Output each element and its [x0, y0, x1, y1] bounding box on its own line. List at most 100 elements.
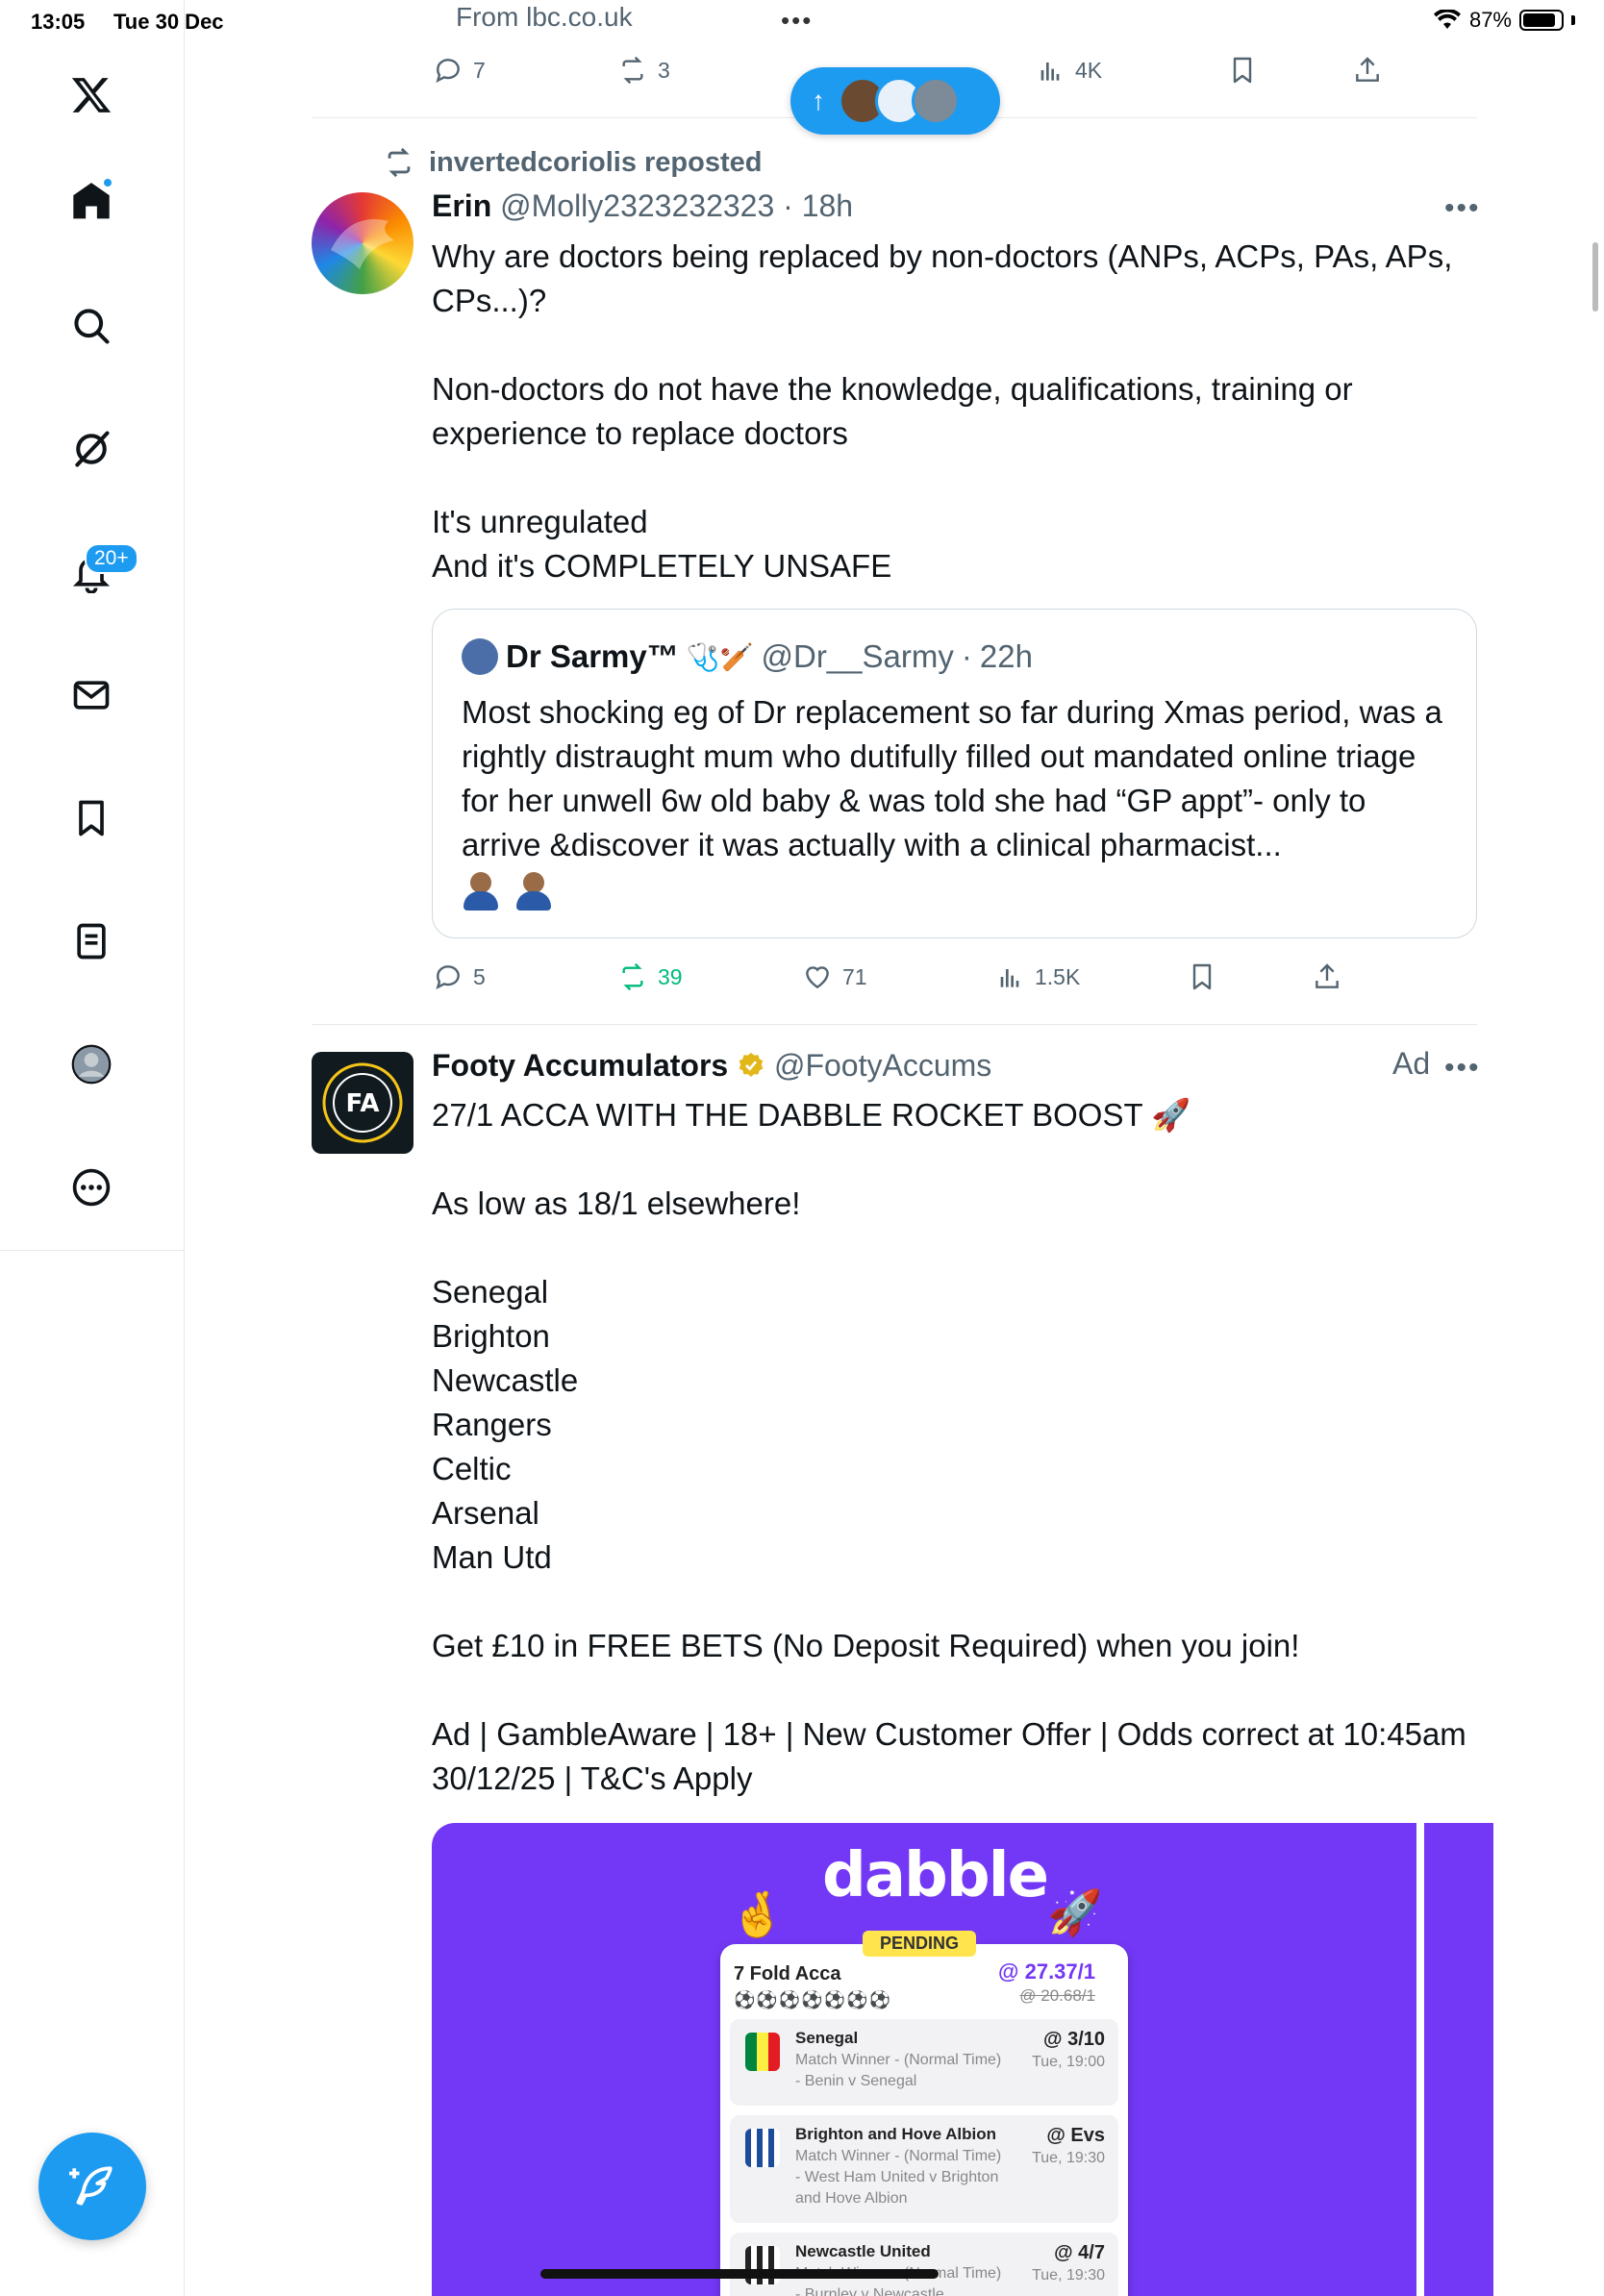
acca-old-odds: @ 20.68/1 [1019, 1986, 1095, 2005]
status-bar: 13:05 Tue 30 Dec ••• 87% [0, 0, 1604, 44]
eagle-icon [331, 219, 394, 269]
ad-image-next[interactable] [1424, 1823, 1493, 2296]
repost-count: 39 [658, 963, 683, 989]
multitasking-dots-icon[interactable]: ••• [781, 6, 813, 36]
heart-icon [806, 966, 829, 989]
quote-text: Most shocking eg of Dr replacement so fa… [462, 694, 1442, 862]
views-count: 1.5K [1035, 963, 1081, 989]
ad-author-handle[interactable]: @FootyAccums [774, 1048, 991, 1083]
quote-author-name: Dr Sarmy™ [506, 638, 679, 674]
quote-body: Most shocking eg of Dr replacement so fa… [462, 690, 1452, 911]
compose-feather-icon [69, 2166, 113, 2206]
show-new-posts-pill[interactable]: ↑ [790, 67, 1000, 135]
reply-count: 7 [473, 57, 486, 83]
views-button[interactable]: 4K [1035, 55, 1227, 86]
reply-button[interactable]: 7 [433, 55, 617, 86]
like-button[interactable]: 71 [802, 961, 994, 992]
football-icons: ⚽⚽⚽⚽⚽⚽⚽ [734, 1990, 891, 2009]
bookmarks-icon[interactable] [63, 790, 119, 846]
repost-button[interactable]: 39 [617, 961, 802, 992]
more-options-icon[interactable]: ••• [1444, 1052, 1481, 1085]
sidebar: 20+ [0, 0, 185, 2296]
leg-team: Newcastle United [795, 2242, 931, 2260]
repost-button[interactable]: 3 [617, 55, 802, 86]
footy-accumulators-logo-icon: FA [322, 1062, 403, 1143]
ad-author-name[interactable]: Footy Accumulators [432, 1048, 728, 1083]
leg-odds: @ Evs [1046, 2125, 1105, 2146]
tweet-text: Why are doctors being replaced by non-do… [432, 238, 1453, 584]
ad-tweet-header: Footy Accumulators @FootyAccums [432, 1048, 991, 1084]
author-handle[interactable]: @Molly2323232323 [500, 188, 774, 223]
more-options-icon[interactable]: ••• [1444, 192, 1481, 225]
repost-banner[interactable]: invertedcoriolis reposted [383, 146, 763, 179]
senegal-flag-icon [745, 2033, 780, 2071]
reply-count: 5 [473, 963, 486, 989]
repost-count: 3 [658, 57, 670, 83]
views-icon [1040, 62, 1060, 81]
battery-level [1523, 13, 1556, 27]
compose-post-button[interactable] [38, 2133, 146, 2240]
search-icon[interactable] [63, 298, 119, 354]
leg-time: Tue, 19:30 [1032, 2150, 1105, 2166]
views-count: 4K [1075, 57, 1103, 83]
share-button[interactable] [1352, 55, 1383, 86]
avatar[interactable] [312, 192, 414, 294]
messages-envelope-icon[interactable] [63, 667, 119, 723]
status-right: 87% [1433, 8, 1575, 33]
tweet-time[interactable]: 18h [802, 188, 853, 223]
verified-gold-badge-icon [739, 1052, 764, 1077]
bet-slip-card: PENDING 7 Fold Acca @ 27.37/1 @ 20.68/1 … [720, 1931, 1128, 2296]
bet-leg: Brighton and Hove Albion Match Winner - … [730, 2115, 1118, 2223]
bet-leg: Newcastle United Match Winner - (Normal … [730, 2233, 1118, 2296]
leg-time: Tue, 19:30 [1032, 2267, 1105, 2284]
rocket-icon: 🚀 [1047, 1887, 1103, 1937]
bet-leg: Senegal Match Winner - (Normal Time) - B… [730, 2019, 1118, 2106]
quote-header: Dr Sarmy™ 🩺🏏 @Dr__Sarmy · 22h [462, 638, 1033, 675]
more-options-icon[interactable] [63, 1160, 119, 1215]
brighton-shirt-icon [745, 2129, 780, 2167]
avatar [462, 638, 498, 675]
notifications-badge: 20+ [85, 543, 138, 574]
home-unread-dot [102, 177, 113, 188]
grok-icon[interactable] [63, 421, 119, 477]
separator-dot: · [783, 188, 793, 223]
views-button[interactable]: 1.5K [994, 961, 1187, 992]
like-count: 71 [842, 963, 867, 989]
reply-button[interactable]: 5 [433, 961, 617, 992]
battery-tip [1571, 15, 1575, 25]
profile-avatar-icon[interactable] [63, 1036, 119, 1092]
acca-odds: @ 27.37/1 [998, 1959, 1095, 1984]
reply-icon [436, 965, 460, 989]
share-button[interactable] [1312, 961, 1342, 992]
author-name[interactable]: Erin [432, 188, 491, 223]
man-shrugging-icon [462, 872, 498, 911]
sidebar-divider [0, 1250, 185, 1251]
crossed-fingers-icon: 🤞 [730, 1889, 786, 1939]
leg-desc: Match Winner - (Normal Time) - Benin v S… [795, 2052, 1002, 2089]
newcastle-shirt-icon [745, 2246, 780, 2284]
divider [312, 1024, 1477, 1025]
card-source-link[interactable]: From lbc.co.uk [456, 2, 633, 33]
battery-percent: 87% [1468, 8, 1512, 32]
quote-time: 22h [979, 638, 1033, 674]
views-icon [1000, 969, 1019, 987]
tweet-header: Erin @Molly2323232323 · 18h [432, 188, 853, 224]
battery-icon [1519, 10, 1564, 31]
lists-icon[interactable] [63, 913, 119, 969]
quoted-tweet[interactable]: Dr Sarmy™ 🩺🏏 @Dr__Sarmy · 22h Most shock… [432, 609, 1477, 938]
avatar[interactable]: FA [312, 1052, 414, 1154]
bookmark-button[interactable] [1187, 961, 1312, 992]
tweet-actions: 5 39 71 1.5K [433, 953, 1404, 1001]
bookmark-button[interactable] [1227, 55, 1352, 86]
dabble-logo: dabble [822, 1840, 1049, 1911]
share-icon [1356, 57, 1379, 82]
home-indicator[interactable] [540, 2269, 939, 2279]
leg-desc: Match Winner - (Normal Time) - West Ham … [795, 2148, 1002, 2207]
home-icon[interactable] [63, 173, 119, 229]
scrollbar-thumb[interactable] [1592, 242, 1598, 312]
quote-author-handle: @Dr__Sarmy [761, 638, 954, 674]
pending-badge: PENDING [863, 1931, 977, 1957]
x-logo-icon[interactable] [63, 67, 119, 123]
avatar [912, 77, 960, 125]
ad-image[interactable]: dabble 🤞 🚀 PENDING 7 Fold Acca @ 27.37/1… [432, 1823, 1416, 2296]
